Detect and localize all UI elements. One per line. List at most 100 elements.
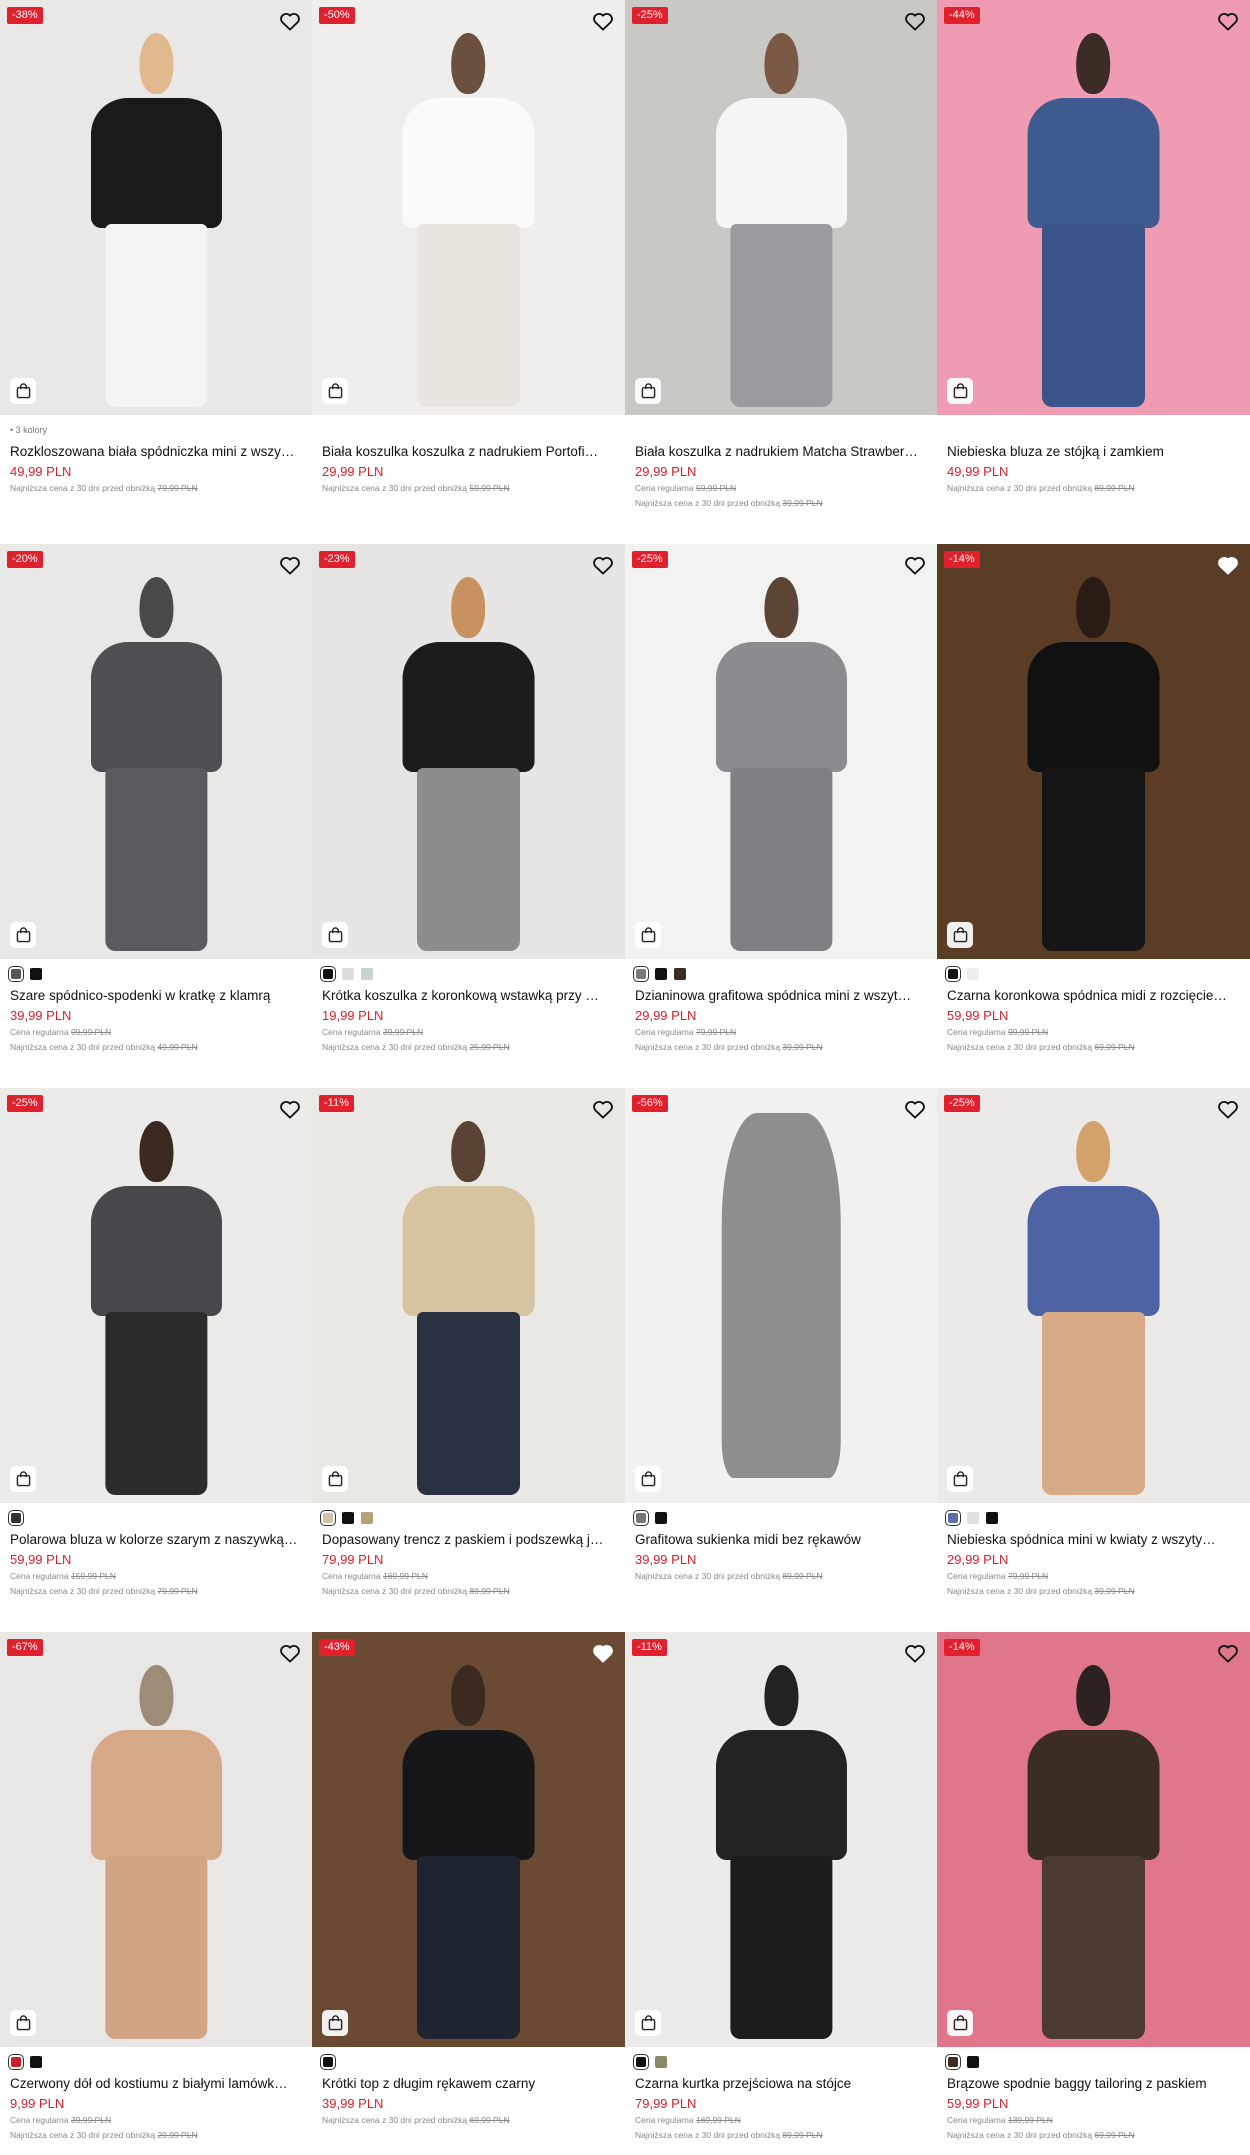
add-to-cart-button[interactable] bbox=[322, 2010, 348, 2036]
heart-icon[interactable] bbox=[592, 1643, 614, 1663]
add-to-cart-button[interactable] bbox=[635, 1466, 661, 1492]
product-card[interactable]: -25% Niebieska spódnica mini w kwiaty z … bbox=[937, 1088, 1250, 1632]
add-to-cart-button[interactable] bbox=[635, 378, 661, 404]
product-card[interactable]: -11% Czarna kurtka przejściowa na stójce… bbox=[625, 1632, 937, 2155]
product-name[interactable]: Krótka koszulka z koronkową wstawką przy… bbox=[322, 987, 615, 1004]
product-name[interactable]: Biała koszulka z nadrukiem Matcha Strawb… bbox=[635, 443, 927, 460]
product-name[interactable]: Rozkloszowana biała spódniczka mini z ws… bbox=[10, 443, 302, 460]
color-swatch[interactable] bbox=[986, 1512, 998, 1524]
add-to-cart-button[interactable] bbox=[322, 1466, 348, 1492]
heart-icon[interactable] bbox=[1217, 555, 1239, 575]
color-swatch[interactable] bbox=[633, 1510, 649, 1526]
product-name[interactable]: Brązowe spodnie baggy tailoring z paskie… bbox=[947, 2075, 1240, 2092]
color-swatch[interactable] bbox=[655, 1512, 667, 1524]
heart-icon[interactable] bbox=[1217, 1643, 1239, 1663]
product-name[interactable]: Dzianinowa grafitowa spódnica mini z wsz… bbox=[635, 987, 927, 1004]
color-swatch[interactable] bbox=[633, 966, 649, 982]
product-card[interactable]: -38% • 3 kolory Rozkloszowana biała spód… bbox=[0, 0, 312, 544]
product-card[interactable]: -23% Krótka koszulka z koronkową wstawką… bbox=[312, 544, 625, 1088]
add-to-cart-button[interactable] bbox=[322, 922, 348, 948]
color-swatch[interactable] bbox=[30, 2056, 42, 2068]
heart-icon[interactable] bbox=[904, 555, 926, 575]
product-image[interactable]: -25% bbox=[625, 0, 937, 415]
heart-icon[interactable] bbox=[279, 11, 301, 31]
product-card[interactable]: -67% Czerwony dół od kostiumu z białymi … bbox=[0, 1632, 312, 2155]
color-swatch[interactable] bbox=[655, 2056, 667, 2068]
product-image[interactable]: -11% bbox=[625, 1632, 937, 2047]
color-swatch[interactable] bbox=[30, 968, 42, 980]
heart-icon[interactable] bbox=[592, 555, 614, 575]
heart-icon[interactable] bbox=[279, 1099, 301, 1119]
product-image[interactable]: -20% bbox=[0, 544, 312, 959]
product-image[interactable]: -25% bbox=[625, 544, 937, 959]
heart-icon[interactable] bbox=[904, 11, 926, 31]
product-name[interactable]: Dopasowany trencz z paskiem i podszewką … bbox=[322, 1531, 615, 1548]
product-image[interactable]: -50% bbox=[312, 0, 625, 415]
color-swatch[interactable] bbox=[633, 2054, 649, 2070]
heart-icon[interactable] bbox=[904, 1099, 926, 1119]
heart-icon[interactable] bbox=[592, 11, 614, 31]
heart-icon[interactable] bbox=[904, 1643, 926, 1663]
color-swatch[interactable] bbox=[320, 1510, 336, 1526]
color-swatch[interactable] bbox=[361, 968, 373, 980]
product-name[interactable]: Niebieska bluza ze stójką i zamkiem bbox=[947, 443, 1240, 460]
product-image[interactable]: -56% bbox=[625, 1088, 937, 1503]
heart-icon[interactable] bbox=[1217, 11, 1239, 31]
product-image[interactable]: -44% bbox=[937, 0, 1250, 415]
add-to-cart-button[interactable] bbox=[635, 922, 661, 948]
color-swatch[interactable] bbox=[967, 2056, 979, 2068]
color-swatch[interactable] bbox=[8, 966, 24, 982]
product-image[interactable]: -14% bbox=[937, 544, 1250, 959]
color-swatch[interactable] bbox=[320, 966, 336, 982]
product-name[interactable]: Czarna kurtka przejściowa na stójce bbox=[635, 2075, 927, 2092]
color-swatch[interactable] bbox=[8, 1510, 24, 1526]
color-swatch[interactable] bbox=[342, 1512, 354, 1524]
color-swatch[interactable] bbox=[945, 2054, 961, 2070]
product-name[interactable]: Czarna koronkowa spódnica midi z rozcięc… bbox=[947, 987, 1240, 1004]
product-card[interactable]: -20% Szare spódnico-spodenki w kratkę z … bbox=[0, 544, 312, 1088]
product-card[interactable]: -25% Biała koszulka z nadrukiem Matcha S… bbox=[625, 0, 937, 544]
product-card[interactable]: -14% Czarna koronkowa spódnica midi z ro… bbox=[937, 544, 1250, 1088]
color-swatch[interactable] bbox=[655, 968, 667, 980]
add-to-cart-button[interactable] bbox=[10, 922, 36, 948]
heart-icon[interactable] bbox=[592, 1099, 614, 1119]
add-to-cart-button[interactable] bbox=[10, 2010, 36, 2036]
add-to-cart-button[interactable] bbox=[10, 378, 36, 404]
product-card[interactable]: -14% Brązowe spodnie baggy tailoring z p… bbox=[937, 1632, 1250, 2155]
color-swatch[interactable] bbox=[945, 1510, 961, 1526]
product-name[interactable]: Biała koszulka koszulka z nadrukiem Port… bbox=[322, 443, 615, 460]
color-swatch[interactable] bbox=[967, 1512, 979, 1524]
product-card[interactable]: -43% Krótki top z długim rękawem czarny … bbox=[312, 1632, 625, 2155]
product-image[interactable]: -11% bbox=[312, 1088, 625, 1503]
product-image[interactable]: -38% bbox=[0, 0, 312, 415]
color-swatch[interactable] bbox=[674, 968, 686, 980]
product-image[interactable]: -25% bbox=[937, 1088, 1250, 1503]
product-card[interactable]: -56% Grafitowa sukienka midi bez rękawów… bbox=[625, 1088, 937, 1632]
add-to-cart-button[interactable] bbox=[947, 2010, 973, 2036]
heart-icon[interactable] bbox=[279, 555, 301, 575]
add-to-cart-button[interactable] bbox=[10, 1466, 36, 1492]
add-to-cart-button[interactable] bbox=[322, 378, 348, 404]
product-card[interactable]: -44% Niebieska bluza ze stójką i zamkiem… bbox=[937, 0, 1250, 544]
product-card[interactable]: -25% Polarowa bluza w kolorze szarym z n… bbox=[0, 1088, 312, 1632]
product-card[interactable]: -25% Dzianinowa grafitowa spódnica mini … bbox=[625, 544, 937, 1088]
add-to-cart-button[interactable] bbox=[947, 922, 973, 948]
product-image[interactable]: -14% bbox=[937, 1632, 1250, 2047]
product-name[interactable]: Czerwony dół od kostiumu z białymi lamów… bbox=[10, 2075, 302, 2092]
add-to-cart-button[interactable] bbox=[947, 378, 973, 404]
product-name[interactable]: Grafitowa sukienka midi bez rękawów bbox=[635, 1531, 927, 1548]
color-swatch[interactable] bbox=[967, 968, 979, 980]
product-name[interactable]: Krótki top z długim rękawem czarny bbox=[322, 2075, 615, 2092]
product-name[interactable]: Szare spódnico-spodenki w kratkę z klamr… bbox=[10, 987, 302, 1004]
color-swatch[interactable] bbox=[320, 2054, 336, 2070]
color-swatch[interactable] bbox=[361, 1512, 373, 1524]
colors-count[interactable]: • 3 kolory bbox=[10, 425, 47, 435]
color-swatch[interactable] bbox=[945, 966, 961, 982]
color-swatch[interactable] bbox=[8, 2054, 24, 2070]
add-to-cart-button[interactable] bbox=[947, 1466, 973, 1492]
add-to-cart-button[interactable] bbox=[635, 2010, 661, 2036]
product-card[interactable]: -11% Dopasowany trencz z paskiem i podsz… bbox=[312, 1088, 625, 1632]
product-image[interactable]: -67% bbox=[0, 1632, 312, 2047]
product-name[interactable]: Polarowa bluza w kolorze szarym z naszyw… bbox=[10, 1531, 302, 1548]
heart-icon[interactable] bbox=[1217, 1099, 1239, 1119]
